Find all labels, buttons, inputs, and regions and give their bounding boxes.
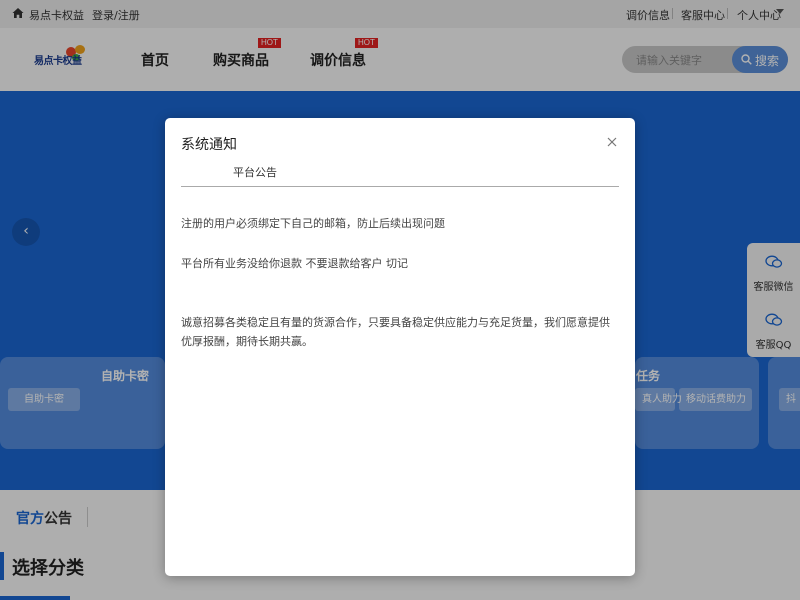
tab-divider xyxy=(181,186,619,187)
tab-platform-announcement[interactable]: 平台公告 xyxy=(233,164,277,180)
system-notice-dialog: 系统通知 平台公告 注册的用户必须绑定下自己的邮箱，防止后续出现问题 平台所有业… xyxy=(165,118,635,576)
notice-line: 注册的用户必须绑定下自己的邮箱，防止后续出现问题 xyxy=(181,217,445,230)
notice-line: 诚意招募各类稳定且有量的货源合作，只要具备稳定供应能力与充足货量，我们愿意提供优… xyxy=(181,316,610,348)
close-icon[interactable] xyxy=(605,135,619,149)
notice-line: 平台所有业务没给你退款 不要退款给客户 切记 xyxy=(181,257,408,270)
dialog-title: 系统通知 xyxy=(181,137,237,153)
